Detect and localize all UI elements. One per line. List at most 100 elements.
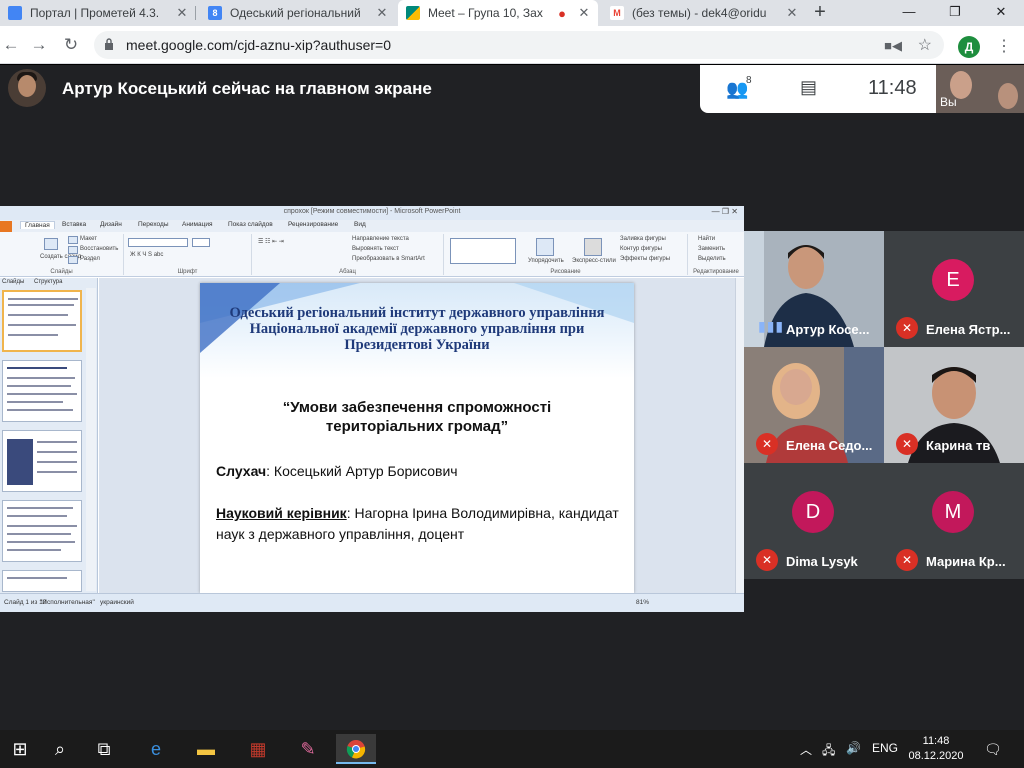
- mic-off-icon: ✕: [756, 433, 778, 455]
- notifications-icon[interactable]: 🗨: [984, 741, 1002, 758]
- tab-title: Одеський регіональний: [230, 6, 361, 20]
- network-icon[interactable]: 🖧: [822, 741, 835, 762]
- close-icon[interactable]: ✕: [784, 5, 800, 21]
- clock-date: 08.12.2020: [908, 750, 964, 762]
- tab-gmail[interactable]: M (без темы) - dek4@oridu ✕: [602, 0, 806, 26]
- slide-thumbnail: [2, 360, 82, 422]
- ribbon-group-drawing: Упорядочить Экспресс-стили Заливка фигур…: [444, 234, 688, 275]
- recording-dot-icon: ●: [558, 5, 566, 21]
- presenter-header: Артур Косецький сейчас на главном экране: [0, 65, 700, 115]
- ribbon-tabs: Главная Вставка Дизайн Переходы Анимация…: [0, 220, 744, 232]
- tab-insert: Вставка: [62, 221, 87, 228]
- profile-avatar[interactable]: Д: [958, 36, 980, 58]
- new-tab-button[interactable]: +: [808, 0, 832, 26]
- chat-icon[interactable]: ▤: [800, 77, 817, 98]
- participant-avatar: M: [932, 491, 974, 533]
- tab-home: Главная: [20, 221, 55, 229]
- meet-controls-panel: 👥 8 ▤ 11:48: [700, 65, 936, 113]
- window-controls-icon: — ❐ ✕: [711, 207, 738, 216]
- slide-thumbnail: [2, 430, 82, 492]
- search-icon[interactable]: ⌕: [40, 734, 80, 764]
- zoom-level: 81%: [636, 599, 650, 606]
- participant-tile[interactable]: ✕ Елена Седо...: [744, 347, 884, 463]
- close-window-button[interactable]: ✕: [978, 0, 1024, 26]
- slide-thumbnail: [2, 570, 82, 592]
- ribbon-group-font: Ж К Ч S abc Шрифт: [124, 234, 252, 275]
- tab-review: Рецензирование: [288, 221, 339, 228]
- lock-icon: [105, 38, 113, 50]
- paint-icon[interactable]: ✎: [288, 734, 328, 764]
- tab-design: Дизайн: [100, 221, 122, 228]
- participant-name: Карина тв: [926, 438, 991, 453]
- participant-tile[interactable]: M ✕ Марина Кр...: [884, 463, 1024, 579]
- theme-name: "Исполнительная": [40, 599, 95, 606]
- slide-thumbnails-pane: Слайды Структура: [0, 278, 98, 593]
- tab-slideshow: Показ слайдов: [228, 221, 273, 228]
- outline-tab-structure: Структура: [34, 279, 63, 285]
- institution-title: Одеський регіональний інститут державног…: [229, 305, 605, 353]
- reload-icon[interactable]: ↻: [60, 34, 82, 56]
- tab-title: Портал | Прометей 4.3.: [30, 6, 160, 20]
- mic-off-icon: ✕: [896, 317, 918, 339]
- restore-button[interactable]: ❐: [932, 0, 978, 26]
- tray-chevron-icon[interactable]: ︿: [800, 741, 812, 758]
- edge-icon[interactable]: e: [136, 734, 176, 764]
- thumbnail-scrollbar[interactable]: [86, 288, 96, 591]
- ribbon: Создать слайд Макет Восстановить Раздел …: [0, 232, 744, 277]
- participant-tile[interactable]: D ✕ Dima Lysyk: [744, 463, 884, 579]
- presenter-title: Артур Косецький сейчас на главном экране: [62, 79, 432, 98]
- close-icon[interactable]: ✕: [374, 5, 390, 21]
- winrar-icon[interactable]: ▦: [238, 734, 278, 764]
- task-view-icon[interactable]: ⧉: [84, 734, 124, 764]
- participant-tile[interactable]: E ✕ Елена Ястр...: [884, 231, 1024, 347]
- shared-screen: спрохок [Режим совместимости] - Microsof…: [0, 206, 744, 612]
- bookmark-star-icon[interactable]: ☆: [918, 35, 932, 55]
- address-bar[interactable]: meet.google.com/cjd-aznu-xip?authuser=0 …: [94, 31, 944, 59]
- url-text: meet.google.com/cjd-aznu-xip?authuser=0: [126, 37, 391, 53]
- ribbon-group-slides: Создать слайд Макет Восстановить Раздел …: [0, 234, 124, 275]
- file-explorer-icon[interactable]: ▬: [186, 734, 226, 764]
- powerpoint-titlebar: спрохок [Режим совместимости] - Microsof…: [0, 206, 744, 220]
- tab-title: Meet – Група 10, Зах: [428, 6, 543, 20]
- language-indicator[interactable]: ENG: [872, 741, 898, 755]
- mic-off-icon: ✕: [756, 549, 778, 571]
- participant-tile[interactable]: ✕ Карина тв: [884, 347, 1024, 463]
- forward-icon[interactable]: →: [28, 34, 50, 56]
- close-icon[interactable]: ✕: [576, 5, 592, 21]
- speaking-icon: ▮▮▮: [758, 318, 785, 334]
- outline-tab-slides: Слайды: [2, 279, 25, 285]
- volume-icon[interactable]: 🔊: [846, 741, 861, 755]
- chrome-icon: [346, 740, 366, 759]
- participant-avatar: E: [932, 259, 974, 301]
- camera-icon[interactable]: ■◀: [884, 38, 902, 54]
- tab-title: (без темы) - dek4@oridu: [632, 6, 767, 20]
- gmail-favicon-icon: M: [610, 6, 624, 20]
- slide-thumbnail: [2, 290, 82, 352]
- back-icon[interactable]: ←: [0, 34, 22, 56]
- chrome-taskbar-icon[interactable]: [336, 734, 376, 764]
- tab-transitions: Переходы: [138, 221, 169, 228]
- browser-tab-strip: Портал | Прометей 4.3. ✕ 8 Одеський регі…: [0, 0, 1024, 26]
- self-label: Вы: [940, 95, 957, 109]
- slide: Одеський регіональний інститут державног…: [200, 283, 634, 593]
- menu-kebab-icon[interactable]: ⋮: [996, 36, 1012, 56]
- supervisor-line: Науковий керівник: Нагорна Ірина Володим…: [216, 505, 619, 542]
- presentation-topic: “Умови забезпечення спроможності територ…: [282, 399, 552, 435]
- mic-off-icon: ✕: [896, 433, 918, 455]
- tab-animation: Анимация: [182, 221, 213, 228]
- taskbar-clock[interactable]: 11:48 08.12.2020: [906, 734, 966, 764]
- slide-scrollbar[interactable]: [735, 278, 744, 593]
- participant-name: Марина Кр...: [926, 554, 1006, 569]
- clock-time: 11:48: [922, 735, 950, 747]
- tab-prometheus[interactable]: Портал | Прометей 4.3. ✕: [0, 0, 196, 26]
- tab-odesa-institute[interactable]: 8 Одеський регіональний ✕: [200, 0, 396, 26]
- browser-toolbar: ← → ↻ meet.google.com/cjd-aznu-xip?authu…: [0, 26, 1024, 64]
- windows-taskbar: ⊞ ⌕ ⧉ e ▬ ▦ ✎ ︿ 🖧 🔊 ENG 11:48 08.12.2020…: [0, 730, 1024, 768]
- self-view-tile[interactable]: Вы: [936, 65, 1024, 113]
- minimize-button[interactable]: —: [886, 0, 932, 26]
- participant-tile[interactable]: ▮▮▮ Артур Косе...: [744, 231, 884, 347]
- close-icon[interactable]: ✕: [174, 5, 190, 21]
- meet-window: Артур Косецький сейчас на главном экране…: [0, 65, 1024, 730]
- tab-meet[interactable]: Meet – Група 10, Зах ● ✕: [398, 0, 598, 26]
- windows-start-icon[interactable]: ⊞: [0, 734, 40, 764]
